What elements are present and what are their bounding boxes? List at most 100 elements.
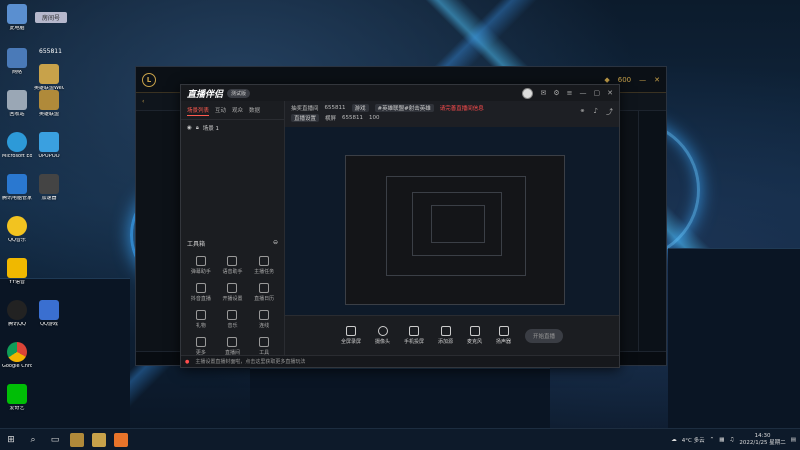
- toolbox-header: 工具箱 ⊖: [187, 239, 278, 248]
- phone-cast-button[interactable]: 手机投屏: [404, 326, 424, 345]
- desktop-icon-qq[interactable]: 腾讯QQ: [2, 300, 32, 328]
- currency-icon: ◆: [604, 75, 610, 84]
- desktop-icon-chrome[interactable]: Google Chrome: [2, 342, 32, 370]
- desktop-icon-this-pc[interactable]: 此电脑: [2, 4, 32, 32]
- clock-time: 14:30: [754, 432, 771, 439]
- clock[interactable]: 14:30 2022/1/25 星期二: [739, 433, 785, 446]
- version-badge: 测试版: [227, 88, 251, 98]
- minimize-icon[interactable]: —: [580, 89, 587, 97]
- start-button[interactable]: ⊞: [4, 433, 18, 447]
- tab-scenes[interactable]: 场景列表: [187, 106, 210, 116]
- microphone-button[interactable]: 麦克风: [467, 326, 482, 345]
- tray-arrow-icon[interactable]: ⌃: [710, 437, 715, 443]
- desktop-icon-wegame-lol[interactable]: 英雄联盟WeGame版: [34, 64, 64, 92]
- notifications-icon[interactable]: ▤: [791, 437, 796, 443]
- tool-icon: [227, 310, 238, 320]
- notification-icon[interactable]: ✉: [540, 89, 546, 97]
- tool-icon: [259, 283, 270, 293]
- desktop-icon-upupoo[interactable]: UPUPOO: [34, 132, 64, 160]
- minimize-icon[interactable]: —: [639, 76, 646, 84]
- desktop-icon-recycle-bin[interactable]: 回收站: [2, 90, 32, 118]
- tool-icon: [227, 283, 238, 293]
- start-live-button[interactable]: 开始直播: [525, 328, 563, 343]
- desktop-icon-pc-manager[interactable]: 腾讯电脑管家: [2, 174, 32, 202]
- streaming-app-taskbar-icon[interactable]: [114, 432, 128, 447]
- camera-icon: [377, 326, 388, 336]
- system-tray: ☁ 4°C 多云 ⌃ ▦ ♫ 14:30 2022/1/25 星期二 ▤: [671, 433, 796, 446]
- back-arrow-icon[interactable]: ‹: [142, 98, 144, 105]
- tool-item[interactable]: 工具: [248, 337, 280, 356]
- qq-game-icon: [39, 300, 59, 320]
- desktop-icon-yy[interactable]: YY语音: [2, 258, 32, 286]
- tool-item[interactable]: 音乐: [217, 310, 249, 329]
- avatar[interactable]: [522, 87, 534, 99]
- bell-icon[interactable]: ♪: [594, 107, 598, 117]
- volume-icon[interactable]: ♫: [729, 437, 734, 443]
- app-title-bar: 直播伴侣 测试版 ✉ ⚙ ≡ — ▢ ✕: [181, 85, 619, 101]
- close-icon[interactable]: ✕: [607, 89, 613, 97]
- info-right-icons: ⚭ ♪ ⤴: [580, 107, 613, 117]
- network-icon: [7, 48, 27, 68]
- tool-item[interactable]: 更多: [185, 337, 217, 356]
- desktop-icon-qq-music[interactable]: QQ音乐: [2, 216, 32, 244]
- tool-icon: [259, 256, 270, 266]
- desktop-icon-qq-game[interactable]: QQ游戏: [34, 300, 64, 328]
- lol-icon: [39, 64, 59, 84]
- share-icon[interactable]: ⤴: [606, 107, 613, 117]
- plus-icon: [440, 326, 451, 336]
- lock-icon[interactable]: 🔒︎: [196, 125, 199, 132]
- cloud-icon: ☁: [671, 436, 677, 443]
- link-icon[interactable]: ⚭: [580, 107, 586, 117]
- wegame-taskbar-icon[interactable]: [92, 432, 106, 447]
- room-badge: 房间号: [35, 12, 67, 23]
- lol-taskbar-icon[interactable]: [70, 432, 84, 447]
- tool-item[interactable]: 直播间: [217, 337, 249, 356]
- stream-settings-link[interactable]: 直播设置: [291, 114, 320, 122]
- desktop-icon-iqiyi[interactable]: 爱奇艺: [2, 384, 32, 412]
- desktop-icon-edge[interactable]: Microsoft Edge: [2, 132, 32, 160]
- close-icon[interactable]: ✕: [654, 76, 660, 84]
- tool-icon: [195, 310, 206, 320]
- tab-interaction[interactable]: 互动: [215, 106, 226, 116]
- add-source-button[interactable]: 添加源: [438, 326, 453, 345]
- settings-icon[interactable]: ⚙: [553, 89, 559, 97]
- desktop-icon-network[interactable]: 网络: [2, 48, 32, 76]
- status-text[interactable]: 主播设置直播封面啦，点击这里获取更多直播玩法: [195, 358, 305, 365]
- task-view-icon[interactable]: ▭: [48, 433, 62, 447]
- scene-item[interactable]: ◉ 🔒︎ 场景 1: [181, 120, 284, 136]
- nested-preview: [431, 205, 485, 243]
- tool-item[interactable]: 直播日历: [248, 283, 280, 302]
- tool-item[interactable]: 礼物: [185, 310, 217, 329]
- maximize-icon[interactable]: ▢: [594, 89, 601, 97]
- streaming-app-window[interactable]: 直播伴侣 测试版 ✉ ⚙ ≡ — ▢ ✕ 场景列表 互动 观众 数据 ◉ 🔒︎ …: [180, 84, 620, 368]
- tool-item[interactable]: 抖音直播: [185, 283, 217, 302]
- lol-icon: [39, 90, 59, 110]
- tool-item[interactable]: 开播设置: [217, 283, 249, 302]
- toolbox-toggle-icon[interactable]: ⊖: [273, 239, 278, 248]
- desktop-icon-accelerator[interactable]: 加速器: [34, 174, 64, 202]
- tab-data[interactable]: 数据: [249, 106, 260, 116]
- search-icon[interactable]: ⌕: [26, 433, 40, 447]
- stream-preview[interactable]: [285, 127, 619, 337]
- eye-icon[interactable]: ◉: [187, 125, 192, 131]
- weather-text[interactable]: 4°C 多云: [682, 436, 705, 444]
- phone-icon: [409, 326, 419, 336]
- app-logo: 直播伴侣: [187, 89, 224, 100]
- lol-logo-icon[interactable]: L: [142, 72, 156, 87]
- tool-item[interactable]: 语音助手: [217, 256, 249, 275]
- desktop-icon-lol[interactable]: 英雄联盟: [34, 90, 64, 118]
- topic-tag[interactable]: #英雄联盟#射击英雄: [374, 104, 434, 112]
- camera-button[interactable]: 摄像头: [375, 326, 390, 345]
- category-tag[interactable]: 游戏: [351, 104, 369, 112]
- tab-audience[interactable]: 观众: [232, 106, 243, 116]
- tool-item[interactable]: 主播任务: [248, 256, 280, 275]
- tool-item[interactable]: 连线: [248, 310, 280, 329]
- screen-capture-button[interactable]: 全屏录屏: [341, 326, 361, 345]
- tool-item[interactable]: 弹幕助手: [185, 256, 217, 275]
- warning-text[interactable]: 请完善直播间信息: [440, 104, 484, 112]
- room-title: 抽奖直播间: [291, 106, 319, 112]
- menu-icon[interactable]: ≡: [567, 89, 573, 97]
- speaker-button[interactable]: 扬声器: [496, 326, 511, 345]
- scene-label: 场景 1: [202, 126, 219, 132]
- network-icon[interactable]: ▦: [719, 437, 724, 443]
